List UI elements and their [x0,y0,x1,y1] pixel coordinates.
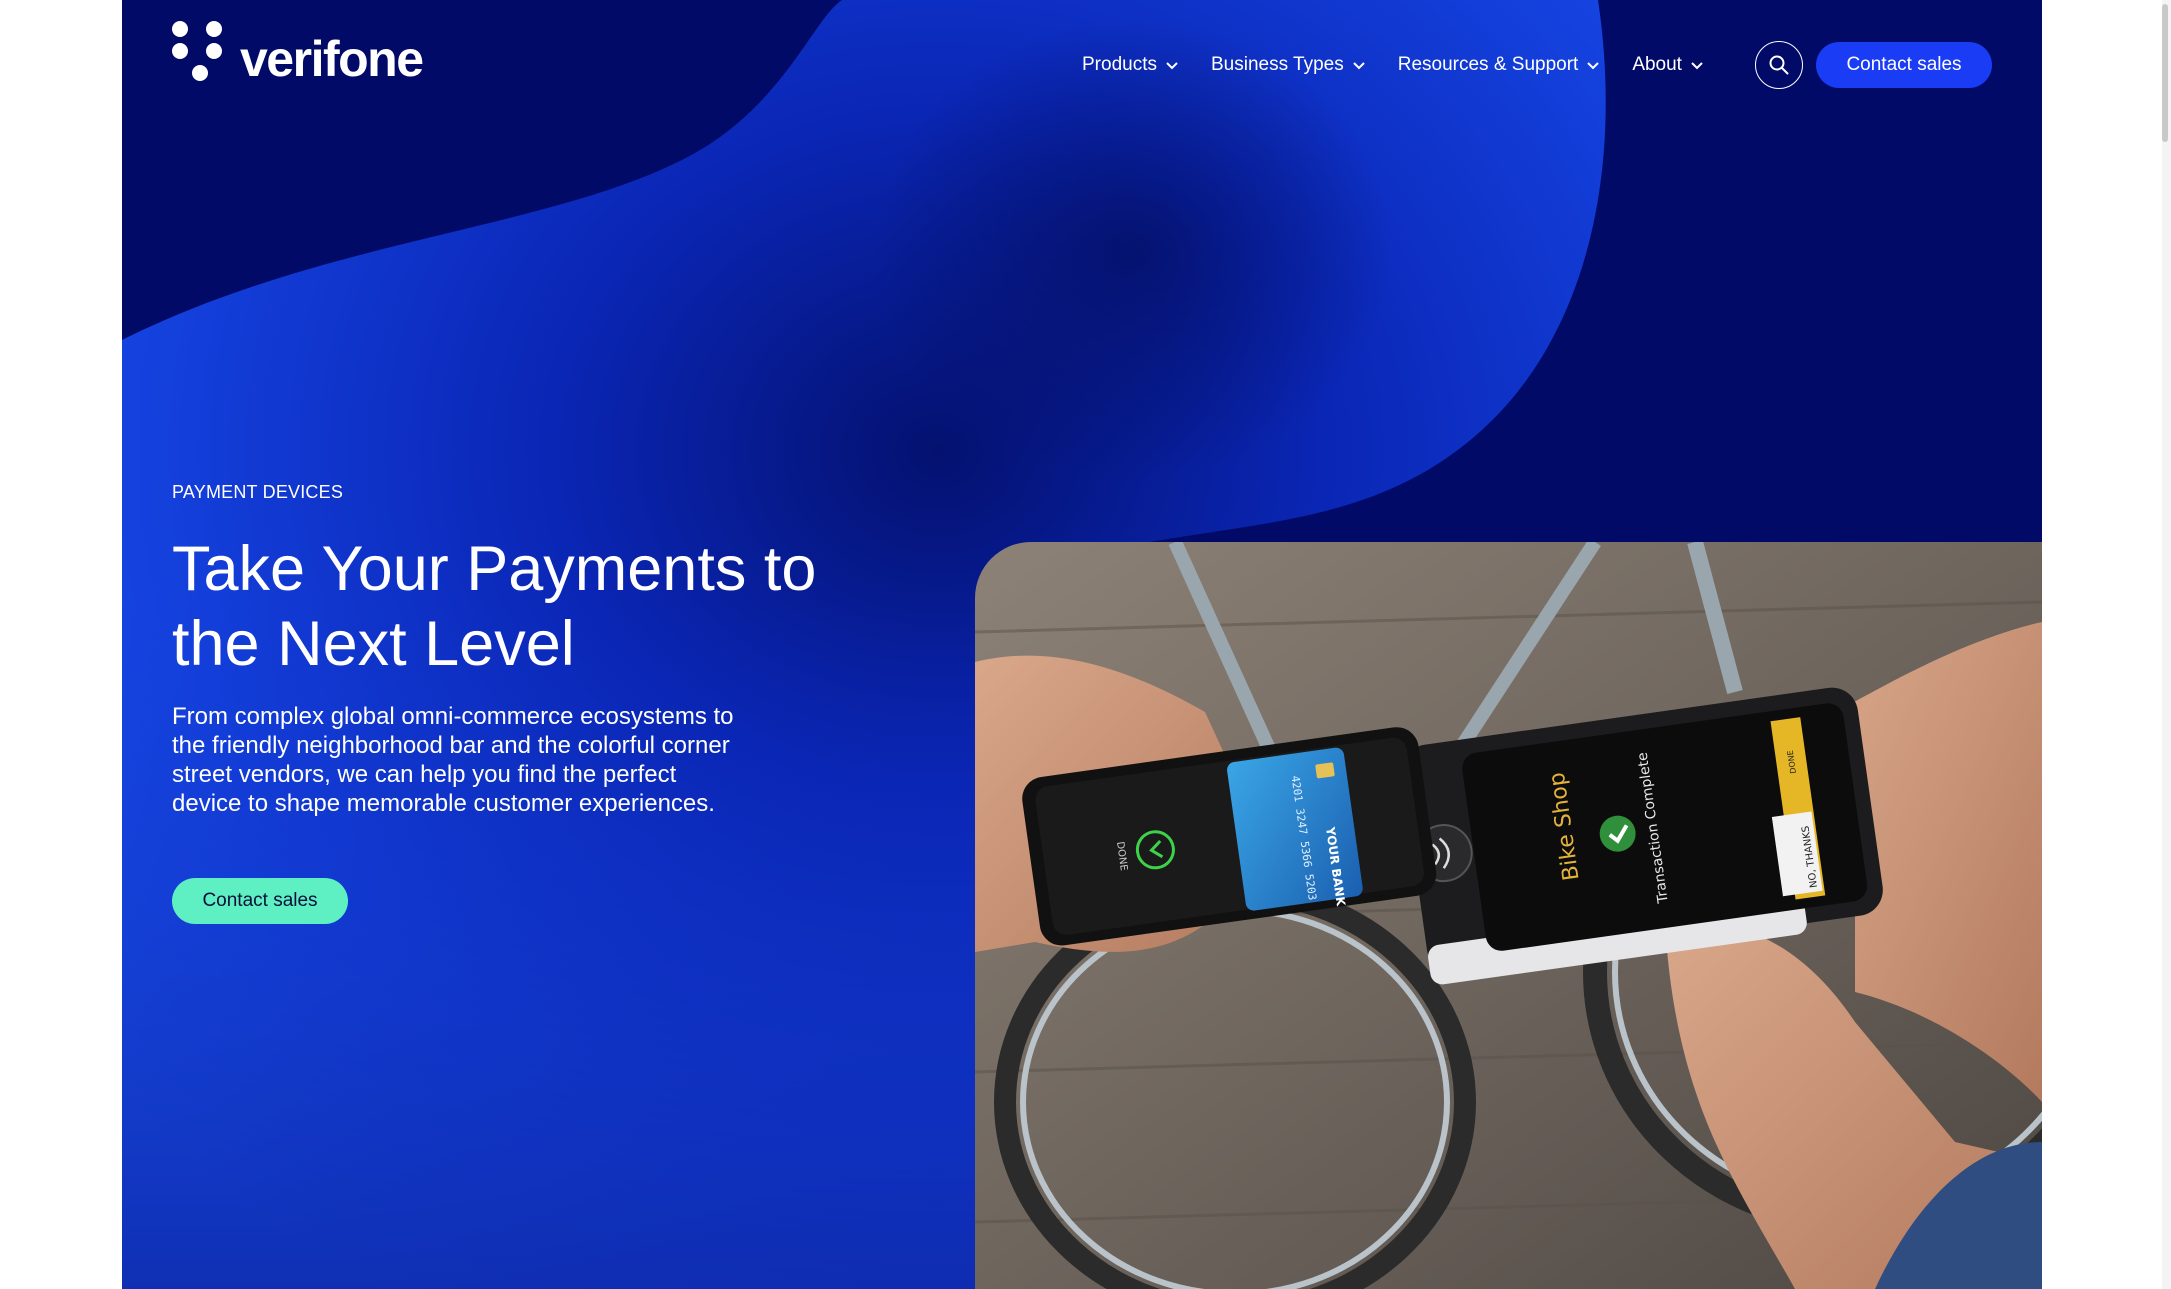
nav-item-label: Products [1082,54,1157,75]
search-button[interactable] [1755,41,1803,89]
nav-item-label: About [1632,54,1682,75]
nav-item-label: Business Types [1210,54,1344,75]
hero-photo-payment-terminal: Bike Shop Transaction Complete NO, THANK… [975,542,2042,1289]
hero-eyebrow: PAYMENT DEVICES [172,482,344,502]
hero-title: Take Your Payments to the Next Level [172,534,817,679]
contact-sales-header-button[interactable]: Contact sales [1816,42,1992,88]
scrollbar-thumb[interactable] [2162,4,2168,142]
nav-item-label: Resources & Support [1397,54,1579,75]
nav-item-business-types[interactable]: Business Types [1211,54,1366,76]
search-icon [1769,55,1789,75]
nav-item-products[interactable]: Products [1082,54,1179,76]
logo-wordmark: verifone [240,31,424,87]
verifone-logo[interactable]: verifone [172,20,424,87]
page-scrollbar[interactable] [2162,0,2171,1289]
chevron-down-icon [1353,62,1365,70]
chevron-down-icon [1587,62,1600,70]
main-nav: Products Business Types Resources & Supp… [1082,40,1736,90]
nav-item-resources-support[interactable]: Resources & Support [1398,54,1601,76]
contact-sales-hero-button[interactable]: Contact sales [172,878,348,924]
nav-item-about[interactable]: About [1632,54,1704,76]
logo-dots-mark [172,21,230,83]
hero-section: verifone Products Business Types Resourc… [122,0,2042,1289]
chevron-down-icon [1691,62,1703,70]
hero-description: From complex global omni-commerce ecosys… [172,703,734,817]
chevron-down-icon [1166,62,1178,70]
